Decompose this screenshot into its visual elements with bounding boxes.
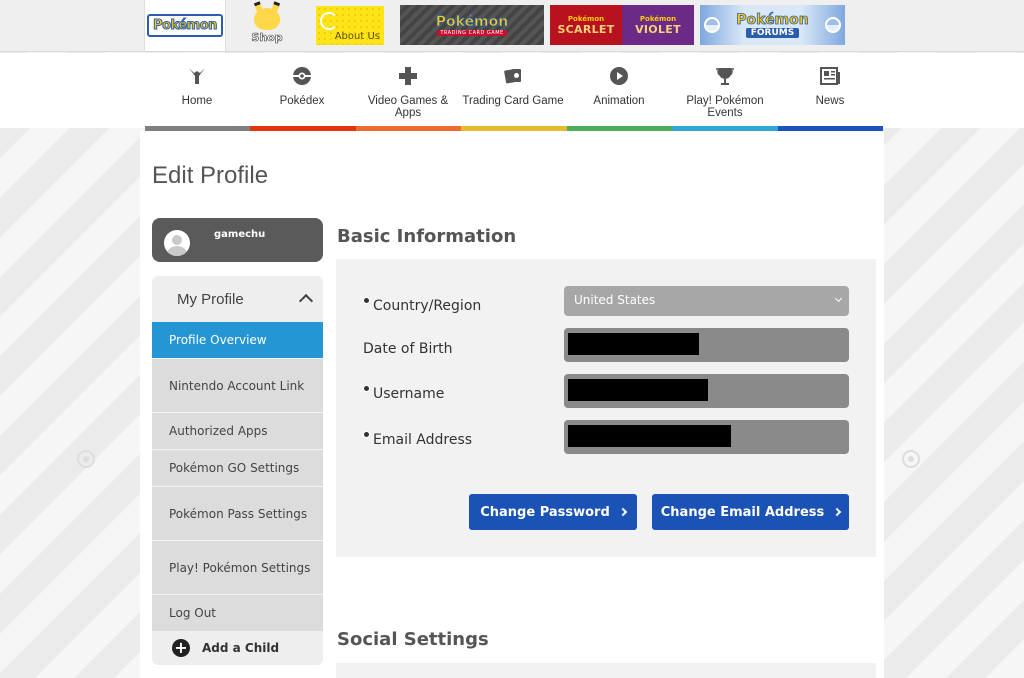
scarlet-mini-label: Pokémon xyxy=(567,14,605,23)
play-icon xyxy=(567,65,671,87)
basic-information-panel: Country/Region United States Date of Bir… xyxy=(336,259,876,557)
pokemon-logo: Pokémon xyxy=(147,14,223,37)
forums-logo: Pokémon xyxy=(736,12,809,29)
country-select[interactable]: United States xyxy=(564,286,849,316)
country-label-text: Country/Region xyxy=(373,298,482,314)
about-logo-icon xyxy=(320,12,338,30)
change-password-label: Change Password xyxy=(480,504,610,520)
required-icon xyxy=(363,385,370,392)
nav-label-events: Play! Pokémon Events xyxy=(686,95,764,119)
nav-label-video-games: Video Games & Apps xyxy=(367,95,449,119)
scarlet-violet-tab[interactable]: Pokémon SCARLET Pokémon VIOLET xyxy=(550,5,694,45)
tcg-logo: Pokémon xyxy=(435,14,509,31)
sidebar-item-log-out[interactable]: Log Out xyxy=(152,594,323,631)
country-label: Country/Region xyxy=(363,297,481,314)
email-field[interactable] xyxy=(564,420,849,454)
add-child-button[interactable]: + Add a Child xyxy=(152,631,323,665)
country-value: United States xyxy=(574,293,656,307)
nav-item-home[interactable]: Home xyxy=(145,65,249,107)
sites-bar: Pokémon Shop About Us Pokémon TRADING CA… xyxy=(0,0,1024,52)
nav-item-events[interactable]: Play! Pokémon Events xyxy=(673,65,777,119)
nav-item-pokedex[interactable]: Pokédex xyxy=(250,65,354,107)
my-profile-label: My Profile xyxy=(177,291,244,308)
sidebar-item-authorized-apps[interactable]: Authorized Apps xyxy=(152,412,323,449)
chevron-down-icon xyxy=(834,294,843,303)
violet-label: VIOLET xyxy=(635,22,681,36)
violet-logo: Pokémon VIOLET xyxy=(622,5,694,45)
content-panel: Edit Profile gamechu My Profile Profile … xyxy=(140,131,884,678)
sidebar-item-pokemon-pass-settings[interactable]: Pokémon Pass Settings xyxy=(152,486,323,540)
nav-label-pokedex: Pokédex xyxy=(279,95,325,107)
chevron-right-icon xyxy=(618,507,628,517)
dpad-icon xyxy=(356,65,460,87)
dob-field[interactable] xyxy=(564,328,849,362)
nav-item-video-games[interactable]: Video Games & Apps xyxy=(356,65,460,119)
tcg-tab[interactable]: Pokémon TRADING CARD GAME xyxy=(400,5,544,45)
shop-label: Shop xyxy=(251,30,283,44)
shop-tab[interactable]: Shop xyxy=(228,0,306,51)
nav-item-tcg[interactable]: Trading Card Game xyxy=(461,65,565,107)
change-email-button[interactable]: Change Email Address xyxy=(652,494,849,530)
user-card: gamechu xyxy=(152,218,323,262)
about-us-tab[interactable]: About Us xyxy=(316,6,384,45)
basic-information-heading: Basic Information xyxy=(337,226,517,247)
username-label-text: Username xyxy=(373,386,445,402)
pikachu-icon xyxy=(254,7,280,30)
pokeball-icon xyxy=(250,65,354,87)
redacted-block xyxy=(568,425,731,447)
newspaper-icon xyxy=(778,65,882,87)
trophy-icon xyxy=(673,65,777,87)
redacted-block xyxy=(568,379,708,401)
main-nav: Home Pokédex Video Games & Apps Trading … xyxy=(0,53,1024,128)
avatar-icon xyxy=(164,230,190,256)
nav-item-animation[interactable]: Animation xyxy=(567,65,671,107)
pokeball-icon xyxy=(825,17,841,33)
about-us-label: About Us xyxy=(334,31,380,42)
add-child-label: Add a Child xyxy=(202,641,280,655)
redacted-block xyxy=(568,333,699,355)
decorative-circle-icon xyxy=(77,450,95,468)
scarlet-logo: Pokémon SCARLET xyxy=(550,5,622,45)
sidebar-item-pokemon-go-settings[interactable]: Pokémon GO Settings xyxy=(152,449,323,486)
add-circle-icon: + xyxy=(172,639,190,657)
sidebar-item-profile-overview[interactable]: Profile Overview xyxy=(152,322,323,358)
tcg-subtitle: TRADING CARD GAME xyxy=(437,30,507,36)
sidebar-item-nintendo-account-link[interactable]: Nintendo Account Link xyxy=(152,358,323,412)
sidebar-item-play-pokemon-settings[interactable]: Play! Pokémon Settings xyxy=(152,540,323,594)
username-label: gamechu xyxy=(214,229,266,240)
pokeball-icon xyxy=(704,17,720,33)
decorative-circle-icon xyxy=(902,450,920,468)
nav-label-animation: Animation xyxy=(593,95,645,107)
nav-label-tcg: Trading Card Game xyxy=(462,95,564,107)
forums-tab[interactable]: Pokémon FORUMS xyxy=(700,5,845,45)
page-title: Edit Profile xyxy=(152,162,269,189)
home-icon xyxy=(145,65,249,87)
social-settings-heading: Social Settings xyxy=(337,629,489,650)
cards-icon xyxy=(461,65,565,87)
email-label-text: Email Address xyxy=(373,432,473,448)
my-profile-toggle[interactable]: My Profile xyxy=(152,276,323,322)
pokemon-home-tab[interactable]: Pokémon xyxy=(144,0,226,51)
required-icon xyxy=(363,431,370,438)
nav-item-news[interactable]: News xyxy=(778,65,882,107)
username-field-label: Username xyxy=(363,385,444,402)
username-field[interactable] xyxy=(564,374,849,408)
nav-label-news: News xyxy=(815,95,845,107)
change-email-label: Change Email Address xyxy=(660,504,825,520)
social-settings-panel xyxy=(336,663,876,678)
profile-side-menu: My Profile Profile Overview Nintendo Acc… xyxy=(152,276,323,665)
nav-label-home: Home xyxy=(181,95,213,107)
dob-label: Date of Birth xyxy=(363,341,453,357)
chevron-right-icon xyxy=(832,507,842,517)
scarlet-label: SCARLET xyxy=(557,22,615,36)
required-icon xyxy=(363,297,370,304)
change-password-button[interactable]: Change Password xyxy=(469,494,637,530)
email-label: Email Address xyxy=(363,431,472,448)
chevron-up-icon xyxy=(298,293,314,309)
violet-mini-label: Pokémon xyxy=(639,14,677,23)
forums-label: FORUMS xyxy=(745,28,800,38)
